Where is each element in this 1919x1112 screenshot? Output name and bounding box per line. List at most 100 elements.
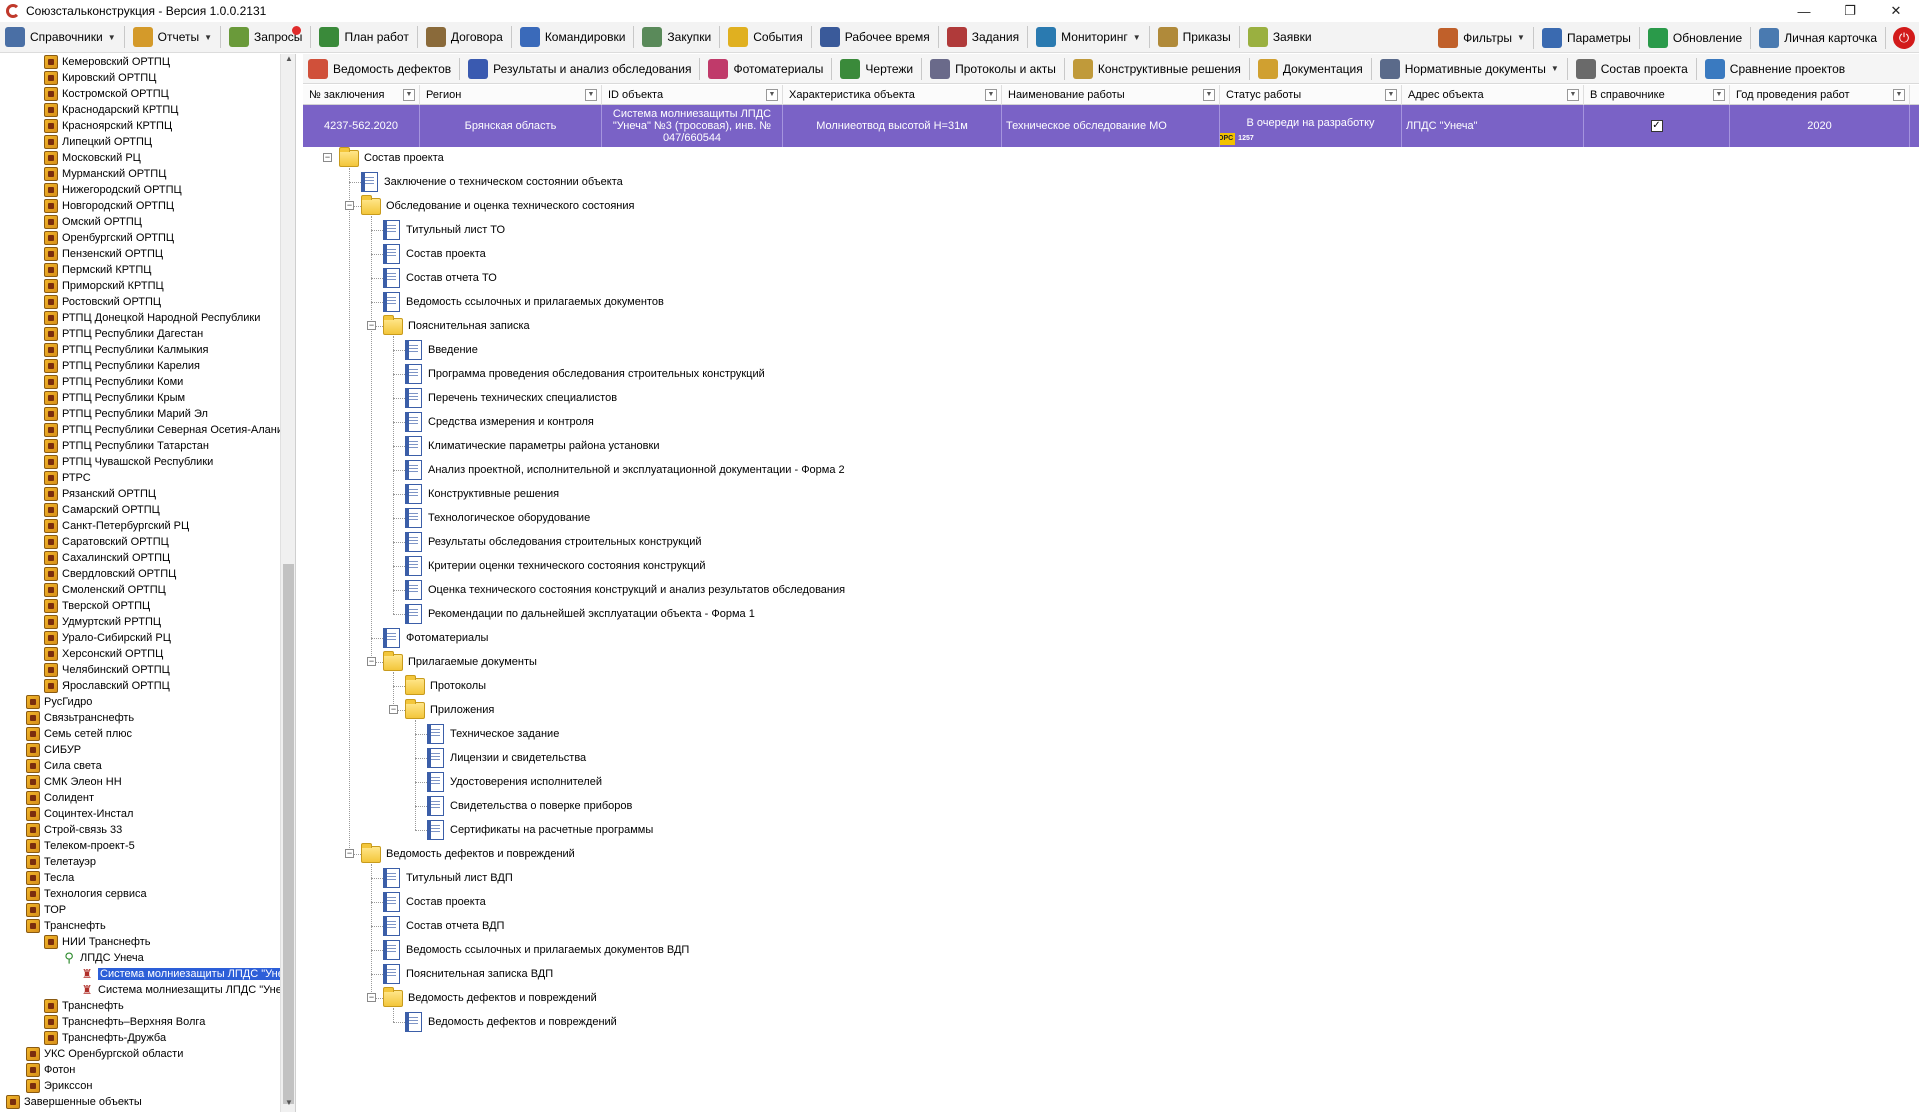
- sidebar-tree-item[interactable]: СИБУР: [26, 742, 81, 758]
- column-filter-icon[interactable]: ▼: [766, 89, 778, 101]
- sidebar-tree-item[interactable]: РТРС: [44, 470, 91, 486]
- sidebar-tree-item[interactable]: Омский ОРТПЦ: [44, 214, 142, 230]
- scroll-up-icon[interactable]: ▲: [281, 54, 295, 68]
- column-header[interactable]: Адрес объекта ▼: [1402, 85, 1584, 105]
- tree-document-node[interactable]: Состав отчета ВДП: [383, 916, 504, 936]
- power-icon[interactable]: ⏻: [1893, 26, 1915, 49]
- tree-document-node[interactable]: Заключение о техническом состоянии объек…: [361, 172, 623, 192]
- tree-document-node[interactable]: Введение: [405, 340, 478, 360]
- sidebar-tree-item[interactable]: РТПЦ Республики Крым: [44, 390, 185, 406]
- tree-document-node[interactable]: Климатические параметры района установки: [405, 436, 659, 456]
- sidebar-tree-item[interactable]: Солидент: [26, 790, 94, 806]
- tree-document-node[interactable]: Техническое задание: [427, 724, 559, 744]
- tree-folder-node[interactable]: Прилагаемые документы: [383, 650, 537, 672]
- column-header[interactable]: Характеристика объекта ▼: [783, 85, 1002, 105]
- sidebar-tree-item[interactable]: Урало-Сибирский РЦ: [44, 630, 171, 646]
- sidebar-scroll-thumb[interactable]: [283, 564, 294, 1104]
- sidebar-tree-item[interactable]: Сила света: [26, 758, 102, 774]
- tree-document-node[interactable]: Ведомость ссылочных и прилагаемых докуме…: [383, 292, 664, 312]
- scroll-down-icon[interactable]: ▼: [281, 1098, 295, 1112]
- sidebar-tree-item[interactable]: Краснодарский КРТПЦ: [44, 102, 178, 118]
- tool-protocols-button[interactable]: Протоколы и акты: [925, 55, 1061, 83]
- sidebar-tree-item[interactable]: Пермский КРТПЦ: [44, 262, 151, 278]
- sidebar-tree-item[interactable]: Самарский ОРТПЦ: [44, 502, 160, 518]
- in-directory-checkbox[interactable]: ✓: [1650, 120, 1663, 132]
- tree-folder-node[interactable]: Протоколы: [405, 674, 486, 696]
- restore-button[interactable]: ❐: [1827, 0, 1873, 22]
- tree-folder-node[interactable]: Обследование и оценка технического состо…: [361, 194, 634, 216]
- chevron-down-icon[interactable]: ▼: [1517, 33, 1525, 42]
- column-filter-icon[interactable]: ▼: [1567, 89, 1579, 101]
- sidebar-tree-item[interactable]: Смоленский ОРТПЦ: [44, 582, 166, 598]
- tree-document-node[interactable]: Пояснительная записка ВДП: [383, 964, 553, 984]
- sidebar-tree-item[interactable]: Семь сетей плюс: [26, 726, 132, 742]
- tree-document-node[interactable]: Перечень технических специалистов: [405, 388, 617, 408]
- toolbar-orders-button[interactable]: Приказы: [1153, 23, 1236, 51]
- tool-compare-button[interactable]: Сравнение проектов: [1700, 55, 1850, 83]
- toolbar-worktime-button[interactable]: Рабочее время: [815, 23, 935, 51]
- sidebar-tree-item[interactable]: Нижегородский ОРТПЦ: [44, 182, 182, 198]
- toolbar-applications-button[interactable]: Заявки: [1243, 23, 1317, 51]
- collapse-toggle-icon[interactable]: −: [367, 321, 376, 330]
- sidebar-tree-item[interactable]: Новгородский ОРТПЦ: [44, 198, 174, 214]
- sidebar-tree-item[interactable]: Транснефть–Верхняя Волга: [44, 1014, 205, 1030]
- sidebar-tree-item[interactable]: УКС Оренбургской области: [26, 1046, 183, 1062]
- toolbar-purchases-button[interactable]: Закупки: [637, 23, 716, 51]
- tree-document-node[interactable]: Ведомость ссылочных и прилагаемых докуме…: [383, 940, 689, 960]
- sidebar-tree-item[interactable]: Липецкий ОРТПЦ: [44, 134, 152, 150]
- tool-normative-button[interactable]: Нормативные документы ▼: [1375, 55, 1564, 83]
- tree-document-node[interactable]: Удостоверения исполнителей: [427, 772, 602, 792]
- collapse-toggle-icon[interactable]: −: [367, 657, 376, 666]
- sidebar-tree-item[interactable]: Телетауэр: [26, 854, 96, 870]
- tree-document-node[interactable]: Лицензии и свидетельства: [427, 748, 586, 768]
- column-header[interactable]: Регион ▼: [420, 85, 602, 105]
- collapse-toggle-icon[interactable]: −: [345, 849, 354, 858]
- tool-drawings-button[interactable]: Чертежи: [835, 55, 918, 83]
- sidebar-tree-item[interactable]: Кемеровский ОРТПЦ: [44, 54, 170, 70]
- tree-document-node[interactable]: Титульный лист ВДП: [383, 868, 513, 888]
- column-filter-icon[interactable]: ▼: [985, 89, 997, 101]
- tool-defects-button[interactable]: Ведомость дефектов: [303, 55, 456, 83]
- sidebar-tree-item[interactable]: РТПЦ Республики Карелия: [44, 358, 200, 374]
- tool-project-composition-button[interactable]: Состав проекта: [1571, 55, 1693, 83]
- sidebar-tree-item[interactable]: Херсонский ОРТПЦ: [44, 646, 163, 662]
- sidebar-tree-item[interactable]: Кировский ОРТПЦ: [44, 70, 156, 86]
- toolbar-settings-button[interactable]: Параметры: [1537, 24, 1636, 52]
- sidebar-tree-item[interactable]: Социнтех-Инстал: [26, 806, 133, 822]
- toolbar-tasks-button[interactable]: Задания: [942, 23, 1024, 51]
- tree-document-node[interactable]: Фотоматериалы: [383, 628, 488, 648]
- sidebar-tree-item[interactable]: Пензенский ОРТПЦ: [44, 246, 163, 262]
- column-filter-icon[interactable]: ▼: [403, 89, 415, 101]
- toolbar-monitoring-button[interactable]: Мониторинг ▼: [1031, 23, 1145, 51]
- sidebar-tree-item[interactable]: Ярославский ОРТПЦ: [44, 678, 170, 694]
- tool-analysis-button[interactable]: Результаты и анализ обследования: [463, 55, 696, 83]
- sidebar-tree-item[interactable]: Ростовский ОРТПЦ: [44, 294, 161, 310]
- tool-constructive-button[interactable]: Конструктивные решения: [1068, 55, 1246, 83]
- sidebar-tree-item[interactable]: Фотон: [26, 1062, 75, 1078]
- tree-document-node[interactable]: Титульный лист ТО: [383, 220, 505, 240]
- chevron-down-icon[interactable]: ▼: [204, 33, 212, 42]
- column-header[interactable]: Год проведения работ ▼: [1730, 85, 1910, 105]
- sidebar-tree-item[interactable]: Технология сервиса: [26, 886, 147, 902]
- sidebar-tree-item[interactable]: Московский РЦ: [44, 150, 141, 166]
- tool-documentation-button[interactable]: Документация: [1253, 55, 1368, 83]
- sidebar-tree-item[interactable]: Завершенные объекты: [6, 1094, 142, 1110]
- toolbar-trips-button[interactable]: Командировки: [515, 23, 631, 51]
- tree-document-node[interactable]: Состав отчета ТО: [383, 268, 497, 288]
- toolbar-books-button[interactable]: Справочники ▼: [0, 23, 121, 51]
- sidebar-tree-item[interactable]: Эрикссон: [26, 1078, 92, 1094]
- column-filter-icon[interactable]: ▼: [1713, 89, 1725, 101]
- sidebar-tree-item[interactable]: ♜ Система молниезащиты ЛПДС "Унеча": [80, 982, 295, 998]
- collapse-toggle-icon[interactable]: −: [323, 153, 332, 162]
- collapse-toggle-icon[interactable]: −: [345, 201, 354, 210]
- sidebar-tree-item[interactable]: Саратовский ОРТПЦ: [44, 534, 169, 550]
- sidebar-tree-item[interactable]: РТПЦ Республики Калмыкия: [44, 342, 208, 358]
- tree-document-node[interactable]: Программа проведения обследования строит…: [405, 364, 765, 384]
- sidebar-tree-item[interactable]: РТПЦ Республики Дагестан: [44, 326, 203, 342]
- tree-document-node[interactable]: Рекомендации по дальнейшей эксплуатации …: [405, 604, 755, 624]
- column-filter-icon[interactable]: ▼: [1203, 89, 1215, 101]
- sidebar-tree-item[interactable]: Санкт-Петербургский РЦ: [44, 518, 189, 534]
- sidebar-tree-item[interactable]: Челябинский ОРТПЦ: [44, 662, 170, 678]
- tree-document-node[interactable]: Конструктивные решения: [405, 484, 559, 504]
- column-header[interactable]: В справочнике ▼: [1584, 85, 1730, 105]
